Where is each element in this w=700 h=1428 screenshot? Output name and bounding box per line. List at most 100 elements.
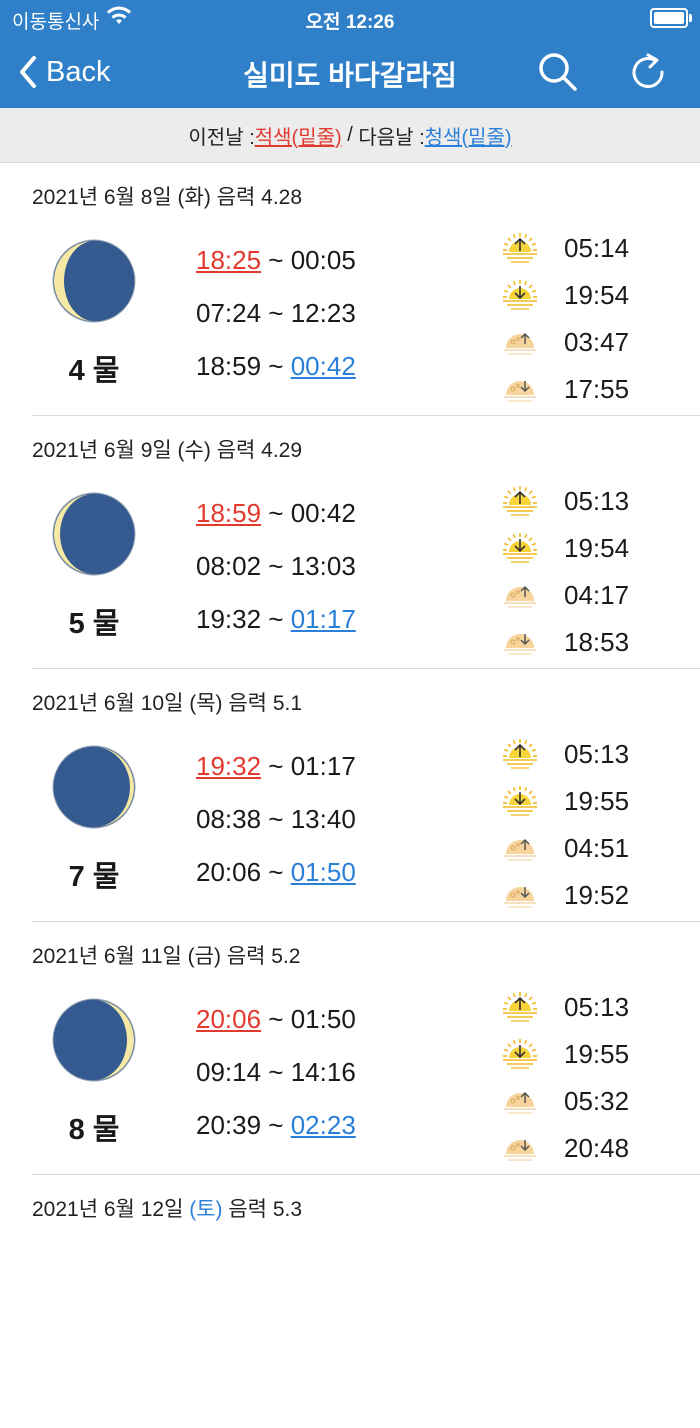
tide-row: 19:32 ~ 01:17 [196, 604, 356, 657]
day-block: 2021년 6월 8일 (화) 음력 4.28 4 물 18:25 ~ 00:05 0… [0, 163, 700, 416]
tide-separator: ~ [261, 498, 291, 528]
legend-prev-value: 적색(밑줄) [254, 126, 342, 149]
tide-start: 18:59 [196, 498, 262, 528]
tide-start: 19:32 [196, 751, 262, 781]
tide-separator: ~ [261, 1057, 291, 1087]
search-button[interactable] [536, 50, 580, 94]
tide-level: 4 물 [68, 355, 120, 387]
astro-row: 05:13 [500, 731, 629, 778]
status-bar: 이동통신사 오전 12:26 [0, 0, 700, 36]
date-text: 2021년 6월 10일 [32, 692, 190, 715]
astro-time: 04:17 [564, 580, 630, 610]
astro-time: 05:13 [564, 992, 630, 1022]
tide-start: 09:14 [196, 1057, 262, 1087]
astro-time: 05:13 [564, 739, 630, 769]
sunset-icon [500, 779, 540, 824]
astro-row: 05:14 [500, 225, 629, 272]
astro-row: 19:54 [500, 525, 629, 572]
refresh-icon [632, 53, 664, 88]
sunrise-icon [500, 732, 540, 777]
tide-separator: ~ [261, 1110, 291, 1140]
legend-separator: / [341, 123, 359, 146]
date-heading: 2021년 6월 10일 (목) 음력 5.1 [32, 687, 302, 717]
moon-phase-icon [52, 745, 136, 829]
astro-row: 19:55 [500, 1031, 629, 1078]
astro-time: 03:47 [564, 327, 630, 357]
tide-end: 01:17 [290, 604, 356, 634]
day-block: 2021년 6월 12일 (토) 음력 5.3 [0, 1175, 700, 1428]
tide-end: 01:50 [290, 1004, 356, 1034]
tide-level: 5 물 [68, 608, 120, 640]
tide-row: 18:59 ~ 00:42 [196, 498, 356, 551]
tide-row: 18:25 ~ 00:05 [196, 245, 356, 298]
moonrise-icon [500, 573, 540, 618]
astro-row: 03:47 [500, 319, 629, 366]
tide-start: 19:32 [196, 604, 262, 634]
weekday: (금) [187, 945, 221, 968]
date-text: 2021년 6월 9일 [32, 439, 178, 462]
astro-time: 19:54 [564, 280, 630, 310]
astro-row: 19:52 [500, 872, 629, 919]
day-block: 2021년 6월 9일 (수) 음력 4.29 5 물 18:59 ~ 00:42 0… [0, 416, 700, 669]
battery-icon [650, 8, 692, 28]
tide-separator: ~ [261, 804, 291, 834]
tide-end: 00:05 [290, 245, 356, 275]
day-block: 2021년 6월 11일 (금) 음력 5.2 8 물 20:06 ~ 01:50 0… [0, 922, 700, 1175]
weekday: (토) [189, 1198, 223, 1221]
tide-row: 18:59 ~ 00:42 [196, 351, 356, 404]
tide-separator: ~ [261, 298, 291, 328]
day-block: 2021년 6월 10일 (목) 음력 5.1 7 물 19:32 ~ 01:17 0… [0, 669, 700, 922]
tide-level: 7 물 [68, 861, 120, 893]
legend-bar: 이전날 : 적색(밑줄) / 다음날 : 청색(밑줄) [0, 108, 700, 163]
tide-level: 8 물 [68, 1114, 120, 1146]
navigation-bar: Back 실미도 바다갈라짐 [0, 36, 700, 108]
moonset-icon [500, 873, 540, 918]
astro-time: 17:55 [564, 374, 630, 404]
lunar-date: 음력 5.2 [220, 945, 301, 968]
moon-phase-icon [52, 239, 136, 323]
tide-start: 18:59 [196, 351, 262, 381]
tide-row: 20:06 ~ 01:50 [196, 857, 356, 910]
legend-next-label: 다음날 : [358, 126, 425, 149]
astro-time: 19:52 [564, 880, 630, 910]
sun-moon-times: 05:13 19:54 04:17 18:53 [500, 478, 629, 666]
astro-row: 05:32 [500, 1078, 629, 1125]
legend-next-value: 청색(밑줄) [424, 126, 512, 149]
tide-end: 13:03 [290, 551, 356, 581]
tide-row: 20:39 ~ 02:23 [196, 1110, 356, 1163]
moonrise-icon [500, 320, 540, 365]
tide-end: 12:23 [290, 298, 356, 328]
tide-times: 18:59 ~ 00:42 08:02 ~ 13:03 19:32 ~ 01:17 [196, 498, 356, 657]
tide-row: 08:02 ~ 13:03 [196, 551, 356, 604]
weekday: (목) [189, 692, 223, 715]
tide-start: 07:24 [196, 298, 262, 328]
astro-time: 19:54 [564, 533, 630, 563]
lunar-date: 음력 5.1 [222, 692, 303, 715]
moon-phase-icon [52, 492, 136, 576]
moonset-icon [500, 367, 540, 412]
tide-start: 18:25 [196, 245, 262, 275]
search-icon [539, 53, 577, 91]
tide-end: 00:42 [290, 498, 356, 528]
moonset-icon [500, 1126, 540, 1171]
tide-separator: ~ [261, 245, 291, 275]
sun-moon-times: 05:13 19:55 05:32 20:48 [500, 984, 629, 1172]
tide-end: 01:50 [290, 857, 356, 887]
tide-separator: ~ [261, 551, 291, 581]
astro-row: 04:51 [500, 825, 629, 872]
tide-row: 07:24 ~ 12:23 [196, 298, 356, 351]
lunar-date: 음력 4.28 [210, 186, 303, 209]
astro-time: 05:14 [564, 233, 630, 263]
sunset-icon [500, 526, 540, 571]
astro-time: 18:53 [564, 627, 630, 657]
sunrise-icon [500, 479, 540, 524]
tide-end: 14:16 [290, 1057, 356, 1087]
refresh-button[interactable] [626, 50, 670, 94]
tide-times: 19:32 ~ 01:17 08:38 ~ 13:40 20:06 ~ 01:50 [196, 751, 356, 910]
tide-end: 00:42 [290, 351, 356, 381]
tide-start: 20:06 [196, 857, 262, 887]
date-heading: 2021년 6월 9일 (수) 음력 4.29 [32, 434, 302, 464]
tide-separator: ~ [261, 1004, 291, 1034]
astro-time: 19:55 [564, 1039, 630, 1069]
moonrise-icon [500, 1079, 540, 1124]
